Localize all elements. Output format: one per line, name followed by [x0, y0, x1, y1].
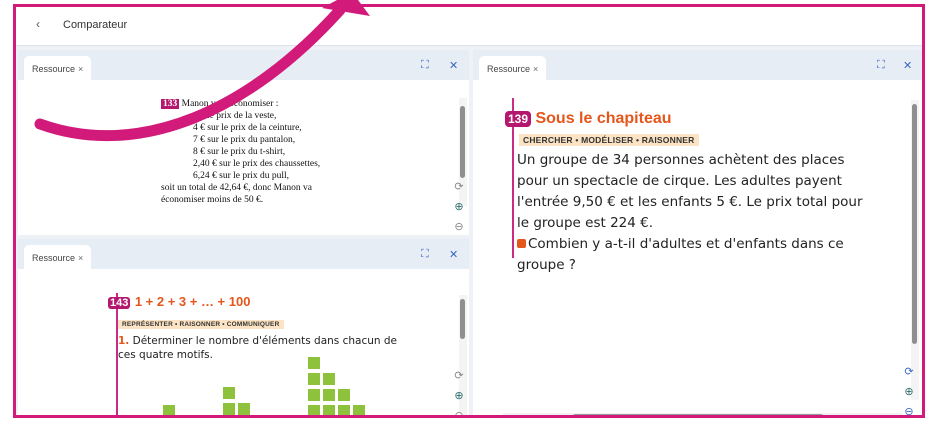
motif-square: [163, 405, 175, 415]
close-panel-icon[interactable]: ✕: [449, 59, 458, 72]
close-panel-icon[interactable]: ✕: [903, 59, 912, 72]
tab-close-icon[interactable]: ×: [78, 253, 83, 263]
zoom-controls: ⟳ ⊕ ⊖: [901, 365, 917, 415]
tab-close-icon[interactable]: ×: [78, 64, 83, 74]
resource-panel-right: Ressource × ⛶ ✕ 139 Sous le chapiteau CHE…: [473, 50, 922, 415]
zoom-reset-icon[interactable]: ⟳: [901, 365, 917, 385]
tab-ressource[interactable]: Ressource ×: [24, 56, 92, 80]
zoom-reset-icon[interactable]: ⟳: [451, 369, 467, 389]
page-title: Comparateur: [63, 19, 128, 31]
exercise-number: 143: [108, 297, 131, 309]
motif-square: [238, 403, 250, 415]
motif-square: [323, 373, 335, 385]
question-marker-icon: [517, 239, 526, 248]
question-number: 1.: [118, 335, 130, 347]
tab-bar: Ressource × ⛶ ✕: [18, 50, 469, 80]
fullscreen-icon[interactable]: ⛶: [421, 248, 429, 261]
text-line: 2,40 € sur le prix des chaussettes,: [193, 159, 321, 169]
motif-square: [223, 387, 235, 399]
tab-ressource[interactable]: Ressource ×: [479, 56, 547, 80]
resource-panel-bottom-left: Ressource × ⛶ ✕ 143 1 + 2 + 3 + … + 100 R…: [18, 239, 469, 415]
exercise-paragraph: Un groupe de 34 personnes achètent des p…: [517, 150, 885, 276]
exercise-139: 139 Sous le chapiteau CHERCHER • MODÉLIS…: [505, 110, 885, 276]
exercise-title: 1 + 2 + 3 + … + 100: [134, 294, 251, 309]
motif-square: [338, 389, 350, 401]
exercise-133-text: 133 Manon veut économiser : sur le prix …: [161, 98, 320, 206]
exercise-number: 139: [505, 111, 532, 127]
motif-square: [308, 357, 320, 369]
zoom-controls: ⟳ ⊕ ⊖: [451, 180, 467, 235]
text-line: 8 € sur le prix du t-shirt,: [193, 147, 286, 157]
question-line: Combien y a-t-il d'adultes et d'enfants …: [517, 234, 885, 255]
resource-panel-top-left: Ressource × ⛶ ✕ 133 Manon veut économiser…: [18, 50, 469, 235]
panel-content: 143 1 + 2 + 3 + … + 100 REPRÉSENTER • RA…: [18, 269, 469, 415]
motif-square: [308, 405, 320, 415]
scrollbar-thumb[interactable]: [573, 414, 823, 415]
tab-bar: Ressource × ⛶ ✕: [18, 239, 469, 269]
paragraph-line: le groupe est 224 €.: [517, 215, 654, 231]
text-line: soit un total de 42,64 €, donc Manon va: [161, 183, 312, 193]
motif-square: [223, 403, 235, 415]
zoom-out-icon[interactable]: ⊖: [451, 409, 467, 415]
comparator-window: ‹ Comparateur Ressource × ⛶ ✕ 133 Manon v…: [13, 4, 925, 418]
scrollbar-thumb[interactable]: [460, 299, 465, 339]
skill-tags: REPRÉSENTER • RAISONNER • COMMUNIQUER: [118, 320, 284, 329]
back-chevron-icon[interactable]: ‹: [36, 17, 40, 31]
tab-label: Ressource: [487, 64, 531, 74]
text-line: 7 € sur le prix du pantalon,: [193, 135, 296, 145]
tab-bar: Ressource × ⛶ ✕: [473, 50, 922, 80]
fullscreen-icon[interactable]: ⛶: [421, 59, 429, 72]
motif-square: [338, 405, 350, 415]
zoom-in-icon[interactable]: ⊕: [451, 200, 467, 220]
text-line: sur le prix de la veste,: [193, 111, 277, 121]
zoom-controls: ⟳ ⊕ ⊖: [451, 369, 467, 415]
panel-content: 139 Sous le chapiteau CHERCHER • MODÉLIS…: [473, 80, 922, 415]
close-panel-icon[interactable]: ✕: [449, 248, 458, 261]
text-line: 6,24 € sur le prix du pull,: [193, 171, 290, 181]
exercise-143: 143 1 + 2 + 3 + … + 100 REPRÉSENTER • RA…: [108, 293, 428, 362]
exercise-title: Sous le chapiteau: [535, 110, 672, 127]
skill-tags: CHERCHER • MODÉLISER • RAISONNER: [519, 134, 699, 146]
zoom-in-icon[interactable]: ⊕: [451, 389, 467, 409]
question-text: 1. Déterminer le nombre d'éléments dans …: [118, 335, 398, 361]
exercise-number: 133: [161, 99, 180, 109]
paragraph-line: l'entrée 9,50 € et les enfants 5 €. Le p…: [517, 194, 863, 210]
motif-square: [353, 405, 365, 415]
tab-label: Ressource: [32, 64, 76, 74]
paragraph-line: Un groupe de 34 personnes achètent des p…: [517, 152, 845, 168]
tab-close-icon[interactable]: ×: [533, 64, 538, 74]
paragraph-line: pour un spectacle de cirque. Les adultes…: [517, 173, 842, 189]
fullscreen-icon[interactable]: ⛶: [877, 59, 885, 72]
zoom-out-icon[interactable]: ⊖: [451, 220, 467, 235]
top-bar: ‹ Comparateur: [16, 7, 922, 46]
text-line: 4 € sur le prix de la ceinture,: [193, 123, 302, 133]
motif-square: [308, 389, 320, 401]
zoom-in-icon[interactable]: ⊕: [901, 385, 917, 405]
text-line: économiser moins de 50 €.: [161, 195, 264, 205]
zoom-out-icon[interactable]: ⊖: [901, 405, 917, 415]
tab-ressource[interactable]: Ressource ×: [24, 245, 92, 269]
horizontal-scrollbar[interactable]: [503, 413, 903, 415]
motif-square: [323, 389, 335, 401]
tab-label: Ressource: [32, 253, 76, 263]
panel-content: 133 Manon veut économiser : sur le prix …: [18, 80, 469, 235]
scrollbar-thumb[interactable]: [460, 106, 465, 178]
question-line: groupe ?: [517, 257, 576, 273]
vertical-scrollbar[interactable]: [911, 100, 919, 400]
text-line: 133 Manon veut économiser :: [161, 99, 279, 109]
zoom-reset-icon[interactable]: ⟳: [451, 180, 467, 200]
scrollbar-thumb[interactable]: [912, 104, 917, 344]
motif-square: [308, 373, 320, 385]
motif-square: [323, 405, 335, 415]
